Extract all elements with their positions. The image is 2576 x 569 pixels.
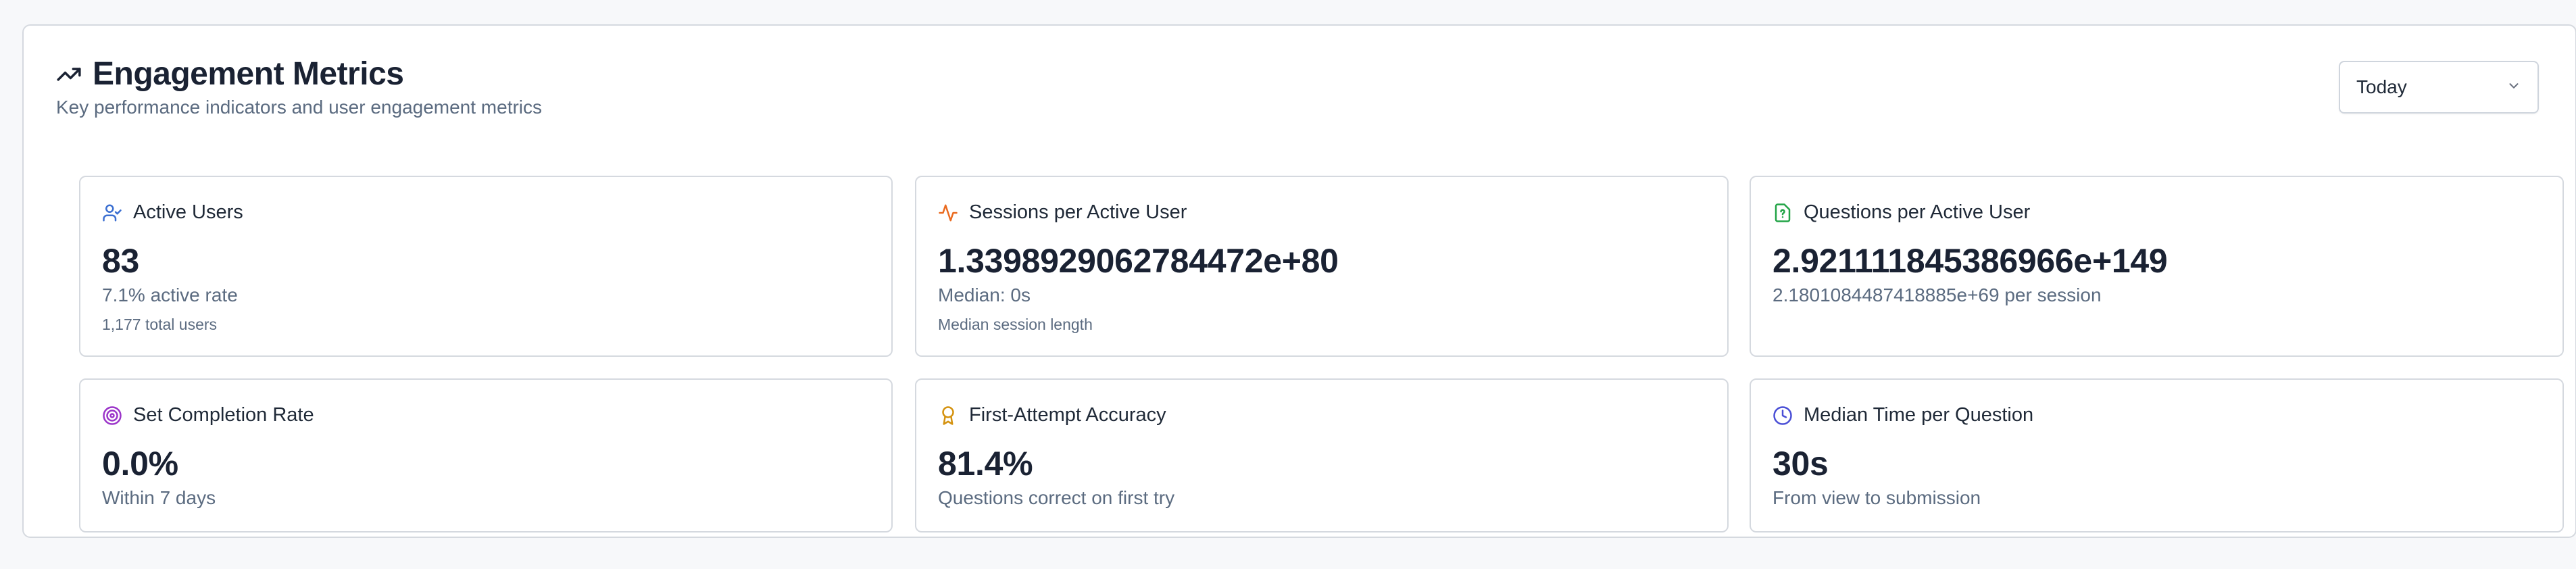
chevron-down-icon bbox=[2506, 78, 2521, 97]
card-title: Active Users bbox=[133, 201, 243, 223]
clock-icon bbox=[1773, 405, 1793, 426]
card-title: Questions per Active User bbox=[1804, 201, 2031, 223]
target-icon bbox=[102, 405, 122, 426]
card-note: 1,177 total users bbox=[102, 316, 218, 333]
card-subtext: 7.1% active rate bbox=[102, 284, 238, 305]
card-value: 81.4% bbox=[938, 445, 1033, 483]
card-subtext: Median: 0s bbox=[938, 284, 1031, 305]
card-subtext: 2.1801084487418885e+69 per session bbox=[1773, 284, 2102, 305]
card-value: 0.0% bbox=[102, 445, 178, 483]
date-range-value: Today bbox=[2356, 76, 2407, 97]
card-subtext: From view to submission bbox=[1773, 487, 1981, 508]
metric-card-active-users: Active Users 83 7.1% active rate 1,177 t… bbox=[79, 176, 893, 357]
card-value: 83 bbox=[102, 242, 140, 280]
activity-icon bbox=[938, 203, 958, 223]
award-icon bbox=[938, 405, 958, 426]
card-note: Median session length bbox=[938, 316, 1093, 333]
date-range-select[interactable]: Today bbox=[2339, 61, 2539, 114]
card-title: Set Completion Rate bbox=[133, 404, 314, 426]
card-title: Median Time per Question bbox=[1804, 404, 2034, 426]
card-subtext: Within 7 days bbox=[102, 487, 216, 508]
metric-card-questions-per-user: Questions per Active User 2.921111845386… bbox=[1750, 176, 2564, 357]
page-title: Engagement Metrics bbox=[93, 56, 404, 92]
card-title: First-Attempt Accuracy bbox=[969, 404, 1166, 426]
card-value: 1.3398929062784472e+80 bbox=[938, 242, 1339, 280]
metric-card-first-attempt-accuracy: First-Attempt Accuracy 81.4% Questions c… bbox=[915, 378, 1729, 533]
card-subtext: Questions correct on first try bbox=[938, 487, 1175, 508]
metric-card-sessions-per-user: Sessions per Active User 1.3398929062784… bbox=[915, 176, 1729, 357]
card-title: Sessions per Active User bbox=[969, 201, 1187, 223]
card-value: 30s bbox=[1773, 445, 1829, 483]
trending-up-icon bbox=[56, 61, 82, 87]
user-check-icon bbox=[102, 203, 122, 223]
metric-card-set-completion: Set Completion Rate 0.0% Within 7 days bbox=[79, 378, 893, 533]
card-value: 2.921111845386966e+149 bbox=[1773, 242, 2168, 280]
page-subtitle: Key performance indicators and user enga… bbox=[56, 97, 543, 118]
metric-card-median-time: Median Time per Question 30s From view t… bbox=[1750, 378, 2564, 533]
panel-header: Engagement Metrics Key performance indic… bbox=[56, 55, 542, 118]
engagement-metrics-panel: Engagement Metrics Key performance indic… bbox=[22, 24, 2576, 538]
file-question-icon bbox=[1773, 203, 1793, 223]
